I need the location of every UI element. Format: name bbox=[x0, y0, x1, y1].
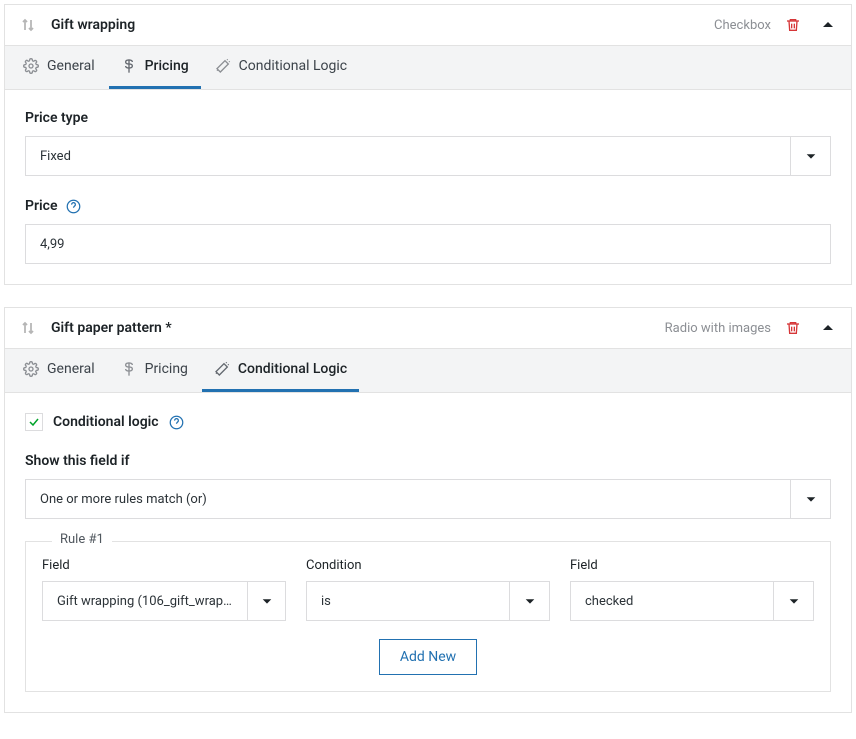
rule-condition-select[interactable]: is bbox=[306, 581, 550, 621]
tab-general[interactable]: General bbox=[11, 46, 107, 89]
rule-value-col: Field checked bbox=[570, 558, 814, 621]
help-icon[interactable] bbox=[169, 415, 184, 430]
collapse-icon[interactable] bbox=[821, 321, 835, 335]
conditional-logic-checkbox-label: Conditional logic bbox=[53, 414, 159, 430]
select-value: Fixed bbox=[26, 149, 790, 164]
caret-down-icon bbox=[790, 480, 830, 518]
drag-handle-icon[interactable] bbox=[21, 17, 37, 33]
panel-title: Gift paper pattern * bbox=[51, 320, 651, 336]
panel-header: Gift paper pattern * Radio with images bbox=[5, 308, 851, 348]
conditional-logic-toggle-row: Conditional logic bbox=[25, 413, 831, 431]
tab-general[interactable]: General bbox=[11, 349, 107, 392]
dollar-icon bbox=[121, 58, 137, 74]
panel-body: Price type Fixed Price bbox=[5, 90, 851, 284]
panel-type-label: Checkbox bbox=[714, 18, 771, 33]
rule-condition-col: Condition is bbox=[306, 558, 550, 621]
collapse-icon[interactable] bbox=[821, 18, 835, 32]
caret-down-icon bbox=[247, 582, 285, 620]
gear-icon bbox=[23, 58, 39, 74]
rule-value-select[interactable]: checked bbox=[570, 581, 814, 621]
tab-label: Conditional Logic bbox=[238, 361, 347, 377]
select-value: Gift wrapping (106_gift_wrappi... bbox=[43, 594, 247, 609]
panel-title: Gift wrapping bbox=[51, 17, 700, 33]
price-input[interactable] bbox=[25, 224, 831, 264]
delete-icon[interactable] bbox=[785, 320, 801, 336]
price-label-text: Price bbox=[25, 198, 58, 214]
field-panel-gift-wrapping: Gift wrapping Checkbox General bbox=[4, 4, 852, 285]
select-value: is bbox=[307, 594, 509, 609]
conditional-logic-checkbox[interactable] bbox=[25, 413, 43, 431]
tab-conditional-logic[interactable]: Conditional Logic bbox=[202, 349, 359, 392]
panel-type-label: Radio with images bbox=[665, 321, 771, 336]
tab-label: General bbox=[47, 361, 95, 377]
gear-icon bbox=[23, 361, 39, 377]
rule-field-col: Field Gift wrapping (106_gift_wrappi... bbox=[42, 558, 286, 621]
rule-value-label: Field bbox=[570, 558, 814, 573]
price-label: Price bbox=[25, 198, 831, 214]
price-type-label: Price type bbox=[25, 110, 831, 126]
tabs: General Pricing Conditional Logic bbox=[5, 45, 851, 90]
dollar-icon bbox=[121, 361, 137, 377]
tab-label: Pricing bbox=[145, 58, 189, 74]
help-icon[interactable] bbox=[66, 199, 81, 214]
tabs: General Pricing Conditional Logic bbox=[5, 348, 851, 393]
tab-pricing[interactable]: Pricing bbox=[109, 46, 201, 89]
select-value: checked bbox=[571, 594, 773, 609]
panel-header: Gift wrapping Checkbox bbox=[5, 5, 851, 45]
show-if-label: Show this field if bbox=[25, 453, 831, 469]
tab-conditional-logic[interactable]: Conditional Logic bbox=[203, 46, 359, 89]
rule-row: Field Gift wrapping (106_gift_wrappi... … bbox=[42, 558, 814, 621]
wand-icon bbox=[214, 361, 230, 377]
price-group: Price bbox=[25, 198, 831, 264]
rule-field-select[interactable]: Gift wrapping (106_gift_wrappi... bbox=[42, 581, 286, 621]
tab-label: Conditional Logic bbox=[239, 58, 347, 74]
drag-handle-icon[interactable] bbox=[21, 320, 37, 336]
add-new-button[interactable]: Add New bbox=[379, 639, 477, 675]
delete-icon[interactable] bbox=[785, 17, 801, 33]
field-panel-gift-paper-pattern: Gift paper pattern * Radio with images G… bbox=[4, 307, 852, 713]
tab-pricing[interactable]: Pricing bbox=[109, 349, 200, 392]
rule-legend: Rule #1 bbox=[52, 532, 112, 547]
panel-body: Conditional logic Show this field if One… bbox=[5, 393, 851, 712]
price-type-select[interactable]: Fixed bbox=[25, 136, 831, 176]
select-value: One or more rules match (or) bbox=[26, 492, 790, 507]
rule-1-fieldset: Rule #1 Field Gift wrapping (106_gift_wr… bbox=[25, 541, 831, 692]
wand-icon bbox=[215, 58, 231, 74]
caret-down-icon bbox=[509, 582, 549, 620]
tab-label: Pricing bbox=[145, 361, 188, 377]
rule-button-row: Add New bbox=[42, 639, 814, 675]
show-if-group: Show this field if One or more rules mat… bbox=[25, 453, 831, 519]
show-if-select[interactable]: One or more rules match (or) bbox=[25, 479, 831, 519]
price-type-group: Price type Fixed bbox=[25, 110, 831, 176]
caret-down-icon bbox=[790, 137, 830, 175]
tab-label: General bbox=[47, 58, 95, 74]
caret-down-icon bbox=[773, 582, 813, 620]
rule-field-label: Field bbox=[42, 558, 286, 573]
rule-condition-label: Condition bbox=[306, 558, 550, 573]
